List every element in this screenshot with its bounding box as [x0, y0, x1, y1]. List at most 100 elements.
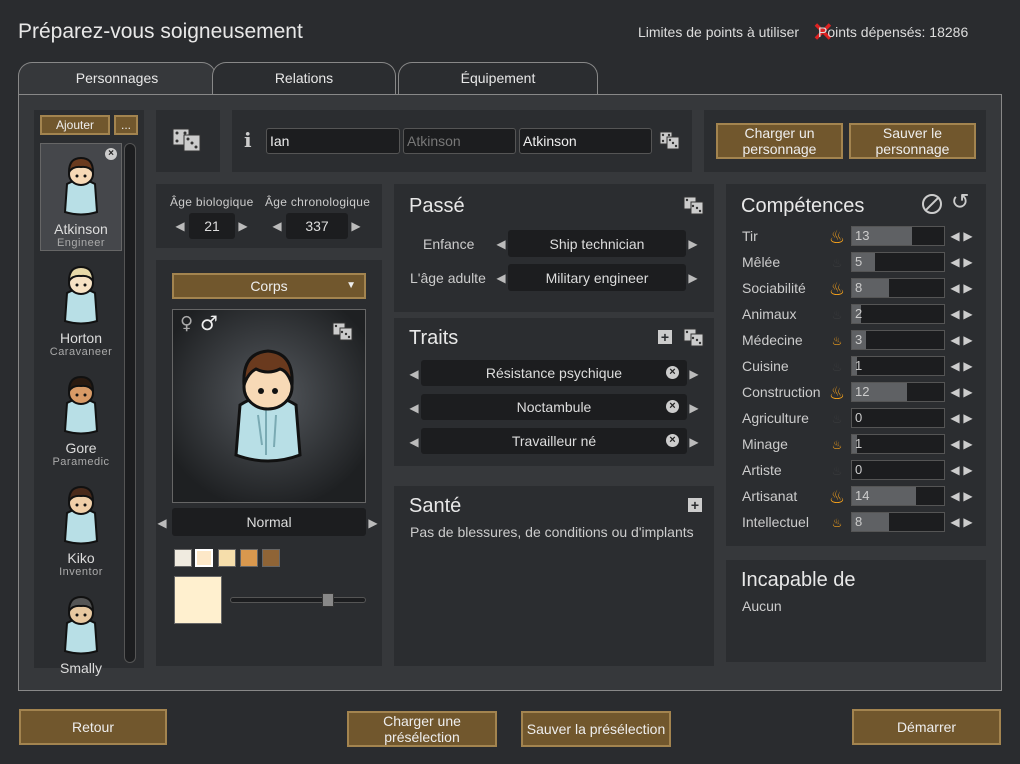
trait-item[interactable]: Noctambule ×: [421, 394, 687, 420]
skill-increase[interactable]: ▶: [963, 515, 973, 529]
skill-increase[interactable]: ▶: [963, 489, 973, 503]
trait-next[interactable]: ▶: [689, 401, 699, 415]
add-trait-icon[interactable]: +: [658, 330, 672, 344]
passion-flame-icon[interactable]: ♨: [826, 382, 848, 404]
childhood-select[interactable]: Ship technician: [508, 230, 686, 257]
colonist-list-scrollbar[interactable]: [124, 143, 136, 663]
pawn-card[interactable]: Gore Paramedic: [40, 363, 122, 471]
remove-trait-icon[interactable]: ×: [666, 366, 679, 379]
randomize-traits-dice-icon[interactable]: [683, 328, 705, 348]
pawn-card[interactable]: Kiko Inventor: [40, 473, 122, 581]
clear-skills-icon[interactable]: [922, 194, 942, 214]
skill-decrease[interactable]: ◀: [950, 229, 960, 243]
randomize-name-dice-icon[interactable]: [659, 131, 681, 151]
passion-flame-icon[interactable]: ♨: [826, 252, 848, 274]
skill-decrease[interactable]: ◀: [950, 411, 960, 425]
randomize-pawn-dice-icon[interactable]: [172, 128, 202, 152]
skill-increase[interactable]: ▶: [963, 411, 973, 425]
add-colonist-button[interactable]: Ajouter: [40, 115, 110, 135]
childhood-prev[interactable]: ◀: [496, 237, 506, 251]
randomize-appearance-dice-icon[interactable]: [332, 322, 354, 342]
skin-color-swatch[interactable]: [195, 549, 213, 567]
adulthood-prev[interactable]: ◀: [496, 271, 506, 285]
load-character-button[interactable]: Charger un personnage: [716, 123, 843, 159]
first-name-field[interactable]: Ian: [266, 128, 400, 154]
remove-trait-icon[interactable]: ×: [666, 434, 679, 447]
more-button[interactable]: ...: [114, 115, 138, 135]
skill-decrease[interactable]: ◀: [950, 333, 960, 347]
skill-decrease[interactable]: ◀: [950, 255, 960, 269]
skill-increase[interactable]: ▶: [963, 463, 973, 477]
passion-flame-icon[interactable]: ♨: [826, 434, 848, 456]
pawn-card[interactable]: Atkinson Engineer ×: [40, 143, 122, 251]
skill-decrease[interactable]: ◀: [950, 489, 960, 503]
chrono-age-decrease[interactable]: ◀: [272, 219, 282, 233]
skill-decrease[interactable]: ◀: [950, 307, 960, 321]
appearance-dropdown[interactable]: Corps ▼: [172, 273, 366, 299]
trait-next[interactable]: ▶: [689, 435, 699, 449]
female-gender-button[interactable]: ♀: [180, 313, 193, 334]
passion-flame-icon[interactable]: ♨: [826, 486, 848, 508]
last-name-field[interactable]: Atkinson: [519, 128, 652, 154]
add-health-icon[interactable]: +: [688, 498, 702, 512]
skin-color-swatch[interactable]: [240, 549, 258, 567]
pawn-card[interactable]: Smally: [40, 583, 122, 677]
tab-personnages[interactable]: Personnages: [18, 62, 216, 97]
pawn-card[interactable]: Horton Caravaneer: [40, 253, 122, 361]
color-slider-track[interactable]: [230, 597, 366, 603]
start-button[interactable]: Démarrer: [852, 709, 1001, 745]
save-preset-button[interactable]: Sauver la présélection: [521, 711, 671, 747]
passion-flame-icon[interactable]: ♨: [826, 226, 848, 248]
skin-color-swatch[interactable]: [218, 549, 236, 567]
tab-relations[interactable]: Relations: [212, 62, 396, 96]
info-icon[interactable]: i: [244, 128, 252, 152]
body-type-next[interactable]: ▶: [368, 516, 378, 530]
skill-increase[interactable]: ▶: [963, 229, 973, 243]
trait-prev[interactable]: ◀: [409, 401, 419, 415]
skill-decrease[interactable]: ◀: [950, 359, 960, 373]
skin-color-swatch[interactable]: [174, 549, 192, 567]
tab-equipement[interactable]: Équipement: [398, 62, 598, 96]
bio-age-decrease[interactable]: ◀: [175, 219, 185, 233]
chrono-age-value[interactable]: 337: [286, 213, 348, 239]
skill-increase[interactable]: ▶: [963, 333, 973, 347]
skill-decrease[interactable]: ◀: [950, 385, 960, 399]
delete-pawn-icon[interactable]: ×: [105, 148, 117, 160]
skill-decrease[interactable]: ◀: [950, 515, 960, 529]
passion-flame-icon[interactable]: ♨: [826, 304, 848, 326]
skill-increase[interactable]: ▶: [963, 437, 973, 451]
skill-increase[interactable]: ▶: [963, 359, 973, 373]
body-type-select[interactable]: Normal: [172, 508, 366, 536]
passion-flame-icon[interactable]: ♨: [826, 278, 848, 300]
skill-increase[interactable]: ▶: [963, 255, 973, 269]
reset-skills-icon[interactable]: ↺: [951, 190, 969, 215]
trait-item[interactable]: Travailleur né ×: [421, 428, 687, 454]
male-gender-button[interactable]: ♂: [200, 311, 218, 335]
skill-decrease[interactable]: ◀: [950, 463, 960, 477]
chrono-age-increase[interactable]: ▶: [351, 219, 361, 233]
points-limit-label[interactable]: Limites de points à utiliser: [638, 24, 799, 40]
childhood-next[interactable]: ▶: [688, 237, 698, 251]
nickname-field[interactable]: Atkinson: [403, 128, 516, 154]
trait-item[interactable]: Résistance psychique ×: [421, 360, 687, 386]
passion-flame-icon[interactable]: ♨: [826, 460, 848, 482]
skill-increase[interactable]: ▶: [963, 281, 973, 295]
trait-prev[interactable]: ◀: [409, 435, 419, 449]
skill-increase[interactable]: ▶: [963, 307, 973, 321]
adulthood-select[interactable]: Military engineer: [508, 264, 686, 291]
skin-color-swatch[interactable]: [262, 549, 280, 567]
skill-decrease[interactable]: ◀: [950, 281, 960, 295]
passion-flame-icon[interactable]: ♨: [826, 356, 848, 378]
skill-decrease[interactable]: ◀: [950, 437, 960, 451]
remove-trait-icon[interactable]: ×: [666, 400, 679, 413]
trait-next[interactable]: ▶: [689, 367, 699, 381]
passion-flame-icon[interactable]: ♨: [826, 330, 848, 352]
passion-flame-icon[interactable]: ♨: [826, 408, 848, 430]
color-slider-handle[interactable]: [321, 593, 334, 607]
skill-increase[interactable]: ▶: [963, 385, 973, 399]
bio-age-increase[interactable]: ▶: [238, 219, 248, 233]
randomize-backstory-dice-icon[interactable]: [683, 196, 705, 216]
body-type-prev[interactable]: ◀: [157, 516, 167, 530]
back-button[interactable]: Retour: [19, 709, 167, 745]
adulthood-next[interactable]: ▶: [688, 271, 698, 285]
